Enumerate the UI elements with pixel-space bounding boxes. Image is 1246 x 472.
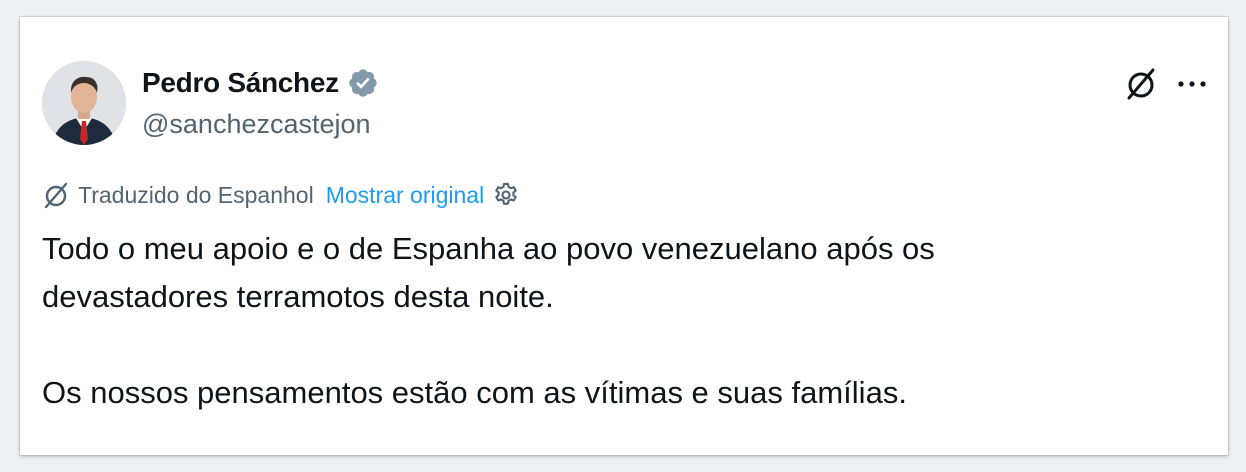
more-options-icon[interactable]	[1174, 67, 1210, 101]
author-row: Pedro Sánchez	[142, 67, 379, 99]
top-actions	[1124, 67, 1210, 101]
translated-from-label: Traduzido do Espanhol	[78, 181, 314, 208]
avatar-photo	[42, 61, 126, 145]
show-original-link[interactable]: Mostrar original	[326, 182, 485, 209]
tweet-line: devastadores terramotos desta noite.	[42, 279, 554, 314]
tweet-text: Todo o meu apoio e o de Espanha ao povo …	[42, 225, 1202, 417]
author-name[interactable]: Pedro Sánchez	[142, 67, 339, 99]
translation-row: Traduzido do Espanhol Mostrar original	[42, 181, 520, 209]
tweet-line: Todo o meu apoio e o de Espanha ao povo …	[42, 231, 935, 266]
tweet-card[interactable]: Pedro Sánchez @sanchezcastejon Traduzido…	[20, 17, 1228, 455]
verified-badge-icon[interactable]	[347, 67, 379, 99]
avatar[interactable]	[42, 61, 126, 145]
author-handle[interactable]: @sanchezcastejon	[142, 109, 371, 140]
gear-icon[interactable]	[492, 181, 520, 209]
grok-icon	[44, 182, 68, 209]
grok-icon[interactable]	[1124, 67, 1158, 101]
tweet-line: Os nossos pensamentos estão com as vítim…	[42, 375, 907, 410]
